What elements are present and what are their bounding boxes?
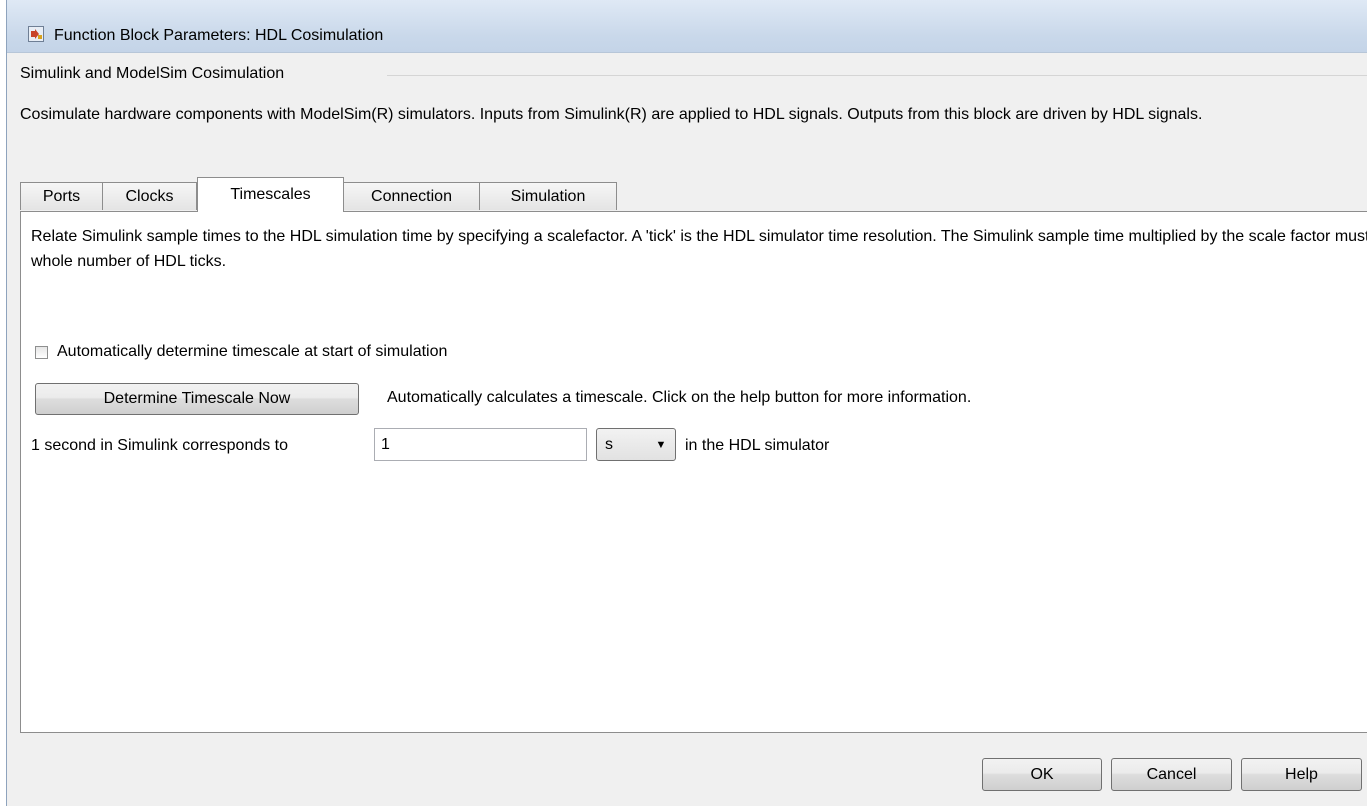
title-bar[interactable]: Function Block Parameters: HDL Cosimulat… [7,0,1367,53]
determine-timescale-note: Automatically calculates a timescale. Cl… [387,389,972,406]
ok-button[interactable]: OK [982,758,1102,791]
time-unit-value: s [605,435,613,453]
timescales-panel: Relate Simulink sample times to the HDL … [20,211,1367,733]
group-divider [387,75,1367,76]
tab-strip: Ports Clocks Timescales Connection Simul… [20,177,1367,212]
scale-label: 1 second in Simulink corresponds to [31,437,289,454]
help-button[interactable]: Help [1241,758,1362,791]
window-title: Function Block Parameters: HDL Cosimulat… [54,27,384,44]
chevron-down-icon: ▼ [655,438,667,451]
scale-factor-input[interactable]: 1 [374,428,587,461]
block-description: Cosimulate hardware components with Mode… [20,106,1203,123]
tab-ports[interactable]: Ports [20,182,103,210]
auto-timescale-row[interactable]: Automatically determine timescale at sta… [35,343,447,361]
determine-timescale-button[interactable]: Determine Timescale Now [35,383,359,415]
auto-timescale-label: Automatically determine timescale at sta… [57,343,448,360]
timescales-description: Relate Simulink sample times to the HDL … [31,228,1367,270]
simulink-block-icon [28,26,44,42]
cancel-button[interactable]: Cancel [1111,758,1232,791]
auto-timescale-checkbox[interactable] [35,345,48,359]
group-title: Simulink and ModelSim Cosimulation [20,65,285,82]
tab-simulation[interactable]: Simulation [479,182,617,210]
scale-suffix: in the HDL simulator [685,437,830,454]
time-unit-select[interactable]: s ▼ [596,428,676,461]
dialog-window: Function Block Parameters: HDL Cosimulat… [6,0,1367,806]
tab-connection[interactable]: Connection [343,182,480,210]
tab-timescales[interactable]: Timescales [197,177,344,212]
tab-clocks[interactable]: Clocks [102,182,197,210]
